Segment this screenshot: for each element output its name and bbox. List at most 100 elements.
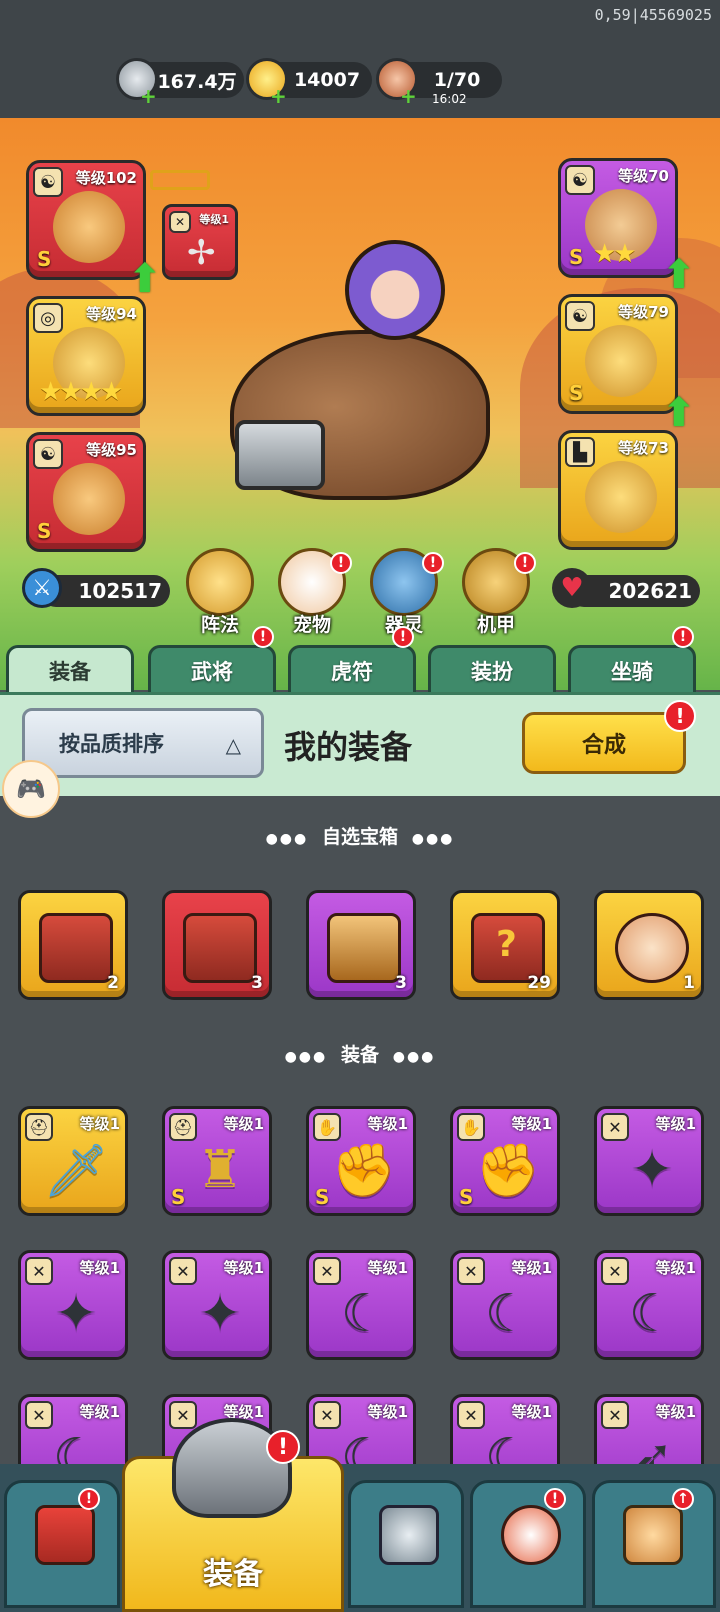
chest-item[interactable]: 2 bbox=[18, 890, 128, 1000]
equipment-item[interactable]: ✕等级1☾ bbox=[594, 1250, 704, 1360]
slot-armor[interactable]: ☯ 等级70 S ★★ bbox=[558, 158, 678, 278]
equipment-item[interactable]: ✋ 等级1 ✊ S bbox=[450, 1106, 560, 1216]
mount-alert-badge: ! bbox=[672, 626, 694, 648]
slot-quality: S bbox=[37, 247, 52, 271]
nav-pet[interactable] bbox=[470, 1480, 586, 1608]
slot-secondary-weapon[interactable]: ✕ 等级1 ✢ bbox=[162, 204, 238, 280]
item-level: 等级1 bbox=[79, 1115, 120, 1133]
item-level: 等级1 bbox=[367, 1115, 408, 1133]
shuriken-icon: ✦ bbox=[198, 1284, 242, 1344]
mecha-alert-badge: ! bbox=[514, 552, 536, 574]
tab-mount[interactable]: 坐骑 bbox=[568, 645, 696, 693]
add-gold-icon[interactable]: + bbox=[270, 86, 287, 106]
gold-value: 14007 bbox=[293, 69, 361, 91]
item-level: 等级1 bbox=[511, 1115, 552, 1133]
tab-label: 虎符 bbox=[331, 659, 373, 684]
chest-item[interactable]: 1 bbox=[594, 890, 704, 1000]
formation-button[interactable] bbox=[186, 548, 254, 616]
section-title: 装备 bbox=[340, 1044, 379, 1066]
nav-arena[interactable] bbox=[348, 1480, 464, 1608]
slot-necklace[interactable]: ◎ 等级94 ★★★★ bbox=[26, 296, 146, 416]
shuriken-icon: ✦ bbox=[630, 1140, 674, 1200]
shop-alert-badge: ! bbox=[78, 1488, 100, 1510]
equipment-item[interactable]: ✕等级1☾ bbox=[306, 1250, 416, 1360]
slot-helmet[interactable]: ☯ 等级95 S bbox=[26, 432, 146, 552]
section-title: 自选宝箱 bbox=[321, 826, 398, 848]
pet-nav-alert-badge: ! bbox=[544, 1488, 566, 1510]
sort-dropdown[interactable]: 按品质排序 △ bbox=[22, 708, 264, 778]
triangle-up-icon: △ bbox=[225, 733, 241, 757]
slot-boots[interactable]: ▙ 等级73 bbox=[558, 430, 678, 550]
chest-section-header: ●●● 自选宝箱 ●●● bbox=[265, 826, 455, 848]
yinyang-icon: ☯ bbox=[565, 301, 595, 331]
item-level: 等级1 bbox=[223, 1259, 264, 1277]
equipment-item[interactable]: ✕ 等级1 ✦ bbox=[162, 1250, 272, 1360]
gamepad-icon[interactable]: 🎮 bbox=[2, 760, 60, 818]
equipment-alert-badge: ! bbox=[266, 1430, 300, 1464]
item-level: 等级1 bbox=[367, 1259, 408, 1277]
treasure-chest-icon bbox=[183, 913, 257, 983]
slot-stars: ★★ bbox=[593, 239, 637, 269]
gold-resource[interactable]: 14007 + bbox=[246, 58, 372, 106]
pet-bird-icon bbox=[501, 1505, 561, 1565]
gauntlet-icon: ✊ bbox=[331, 1140, 397, 1201]
item-level: 等级1 bbox=[79, 1403, 120, 1421]
item-quality: S bbox=[315, 1185, 330, 1209]
item-count: 2 bbox=[107, 973, 119, 993]
add-silver-icon[interactable]: + bbox=[140, 86, 157, 106]
chest-item[interactable]: 3 bbox=[306, 890, 416, 1000]
nav-upgrade[interactable] bbox=[592, 1480, 716, 1608]
mecha-label: 机甲 bbox=[476, 614, 515, 636]
equipment-item[interactable]: ✕等级1☾ bbox=[450, 1250, 560, 1360]
slot-level: 等级94 bbox=[86, 305, 137, 323]
boots-icon bbox=[585, 461, 657, 533]
slot-level: 等级102 bbox=[75, 169, 137, 187]
silver-resource[interactable]: 167.4万 + bbox=[116, 58, 244, 106]
tab-equipment[interactable]: 装备 bbox=[6, 645, 134, 693]
heart-icon: ♥ bbox=[552, 568, 592, 608]
item-level: 等级1 bbox=[511, 1259, 552, 1277]
slot-level: 等级95 bbox=[86, 441, 137, 459]
pet-egg-icon bbox=[615, 913, 689, 983]
mount-armor-plate bbox=[235, 420, 325, 490]
tab-generals[interactable]: 武将 bbox=[148, 645, 276, 693]
item-quality: S bbox=[171, 1185, 186, 1209]
stamina-timer: 16:02 bbox=[432, 92, 467, 106]
attack-value: 102517 bbox=[78, 579, 163, 603]
yinyang-icon: ☯ bbox=[565, 165, 595, 195]
sword-icon: ✕ bbox=[169, 211, 191, 233]
tab-tiger-tally[interactable]: 虎符 bbox=[288, 645, 416, 693]
treasure-chest-icon bbox=[39, 913, 113, 983]
gauntlet-icon: ✊ bbox=[475, 1140, 541, 1201]
fist-upgrade-icon bbox=[623, 1505, 683, 1565]
item-level: 等级1 bbox=[511, 1403, 552, 1421]
equipment-item[interactable]: ⛑ 等级1 🗡 bbox=[18, 1106, 128, 1216]
scimitar-icon: ☾ bbox=[628, 1284, 676, 1344]
hero-character[interactable] bbox=[345, 240, 445, 340]
medal-icon: ◎ bbox=[33, 303, 63, 333]
equipment-item[interactable]: ⛑ 等级1 ♜ S bbox=[162, 1106, 272, 1216]
equipment-item[interactable]: ✋ 等级1 ✊ S bbox=[306, 1106, 416, 1216]
equipment-item[interactable]: ✕ 等级1 ✦ bbox=[18, 1250, 128, 1360]
pet-label: 宠物 bbox=[292, 614, 331, 636]
synthesize-button[interactable]: 合成 bbox=[522, 712, 686, 774]
slot-quality: S bbox=[37, 519, 52, 543]
yinyang-icon: ☯ bbox=[33, 167, 63, 197]
gauntlet-icon bbox=[585, 325, 657, 397]
add-stamina-icon[interactable]: + bbox=[400, 86, 417, 106]
slot-connector bbox=[150, 170, 210, 190]
page-title: 我的装备 bbox=[284, 728, 413, 766]
shop-icon bbox=[35, 1505, 95, 1565]
slot-stars: ★★★★ bbox=[39, 377, 123, 407]
silver-value: 167.4万 bbox=[157, 70, 237, 93]
slot-gauntlet[interactable]: ☯ 等级79 S bbox=[558, 294, 678, 414]
slot-quality: S bbox=[569, 381, 584, 405]
nav-shop[interactable] bbox=[4, 1480, 120, 1608]
item-level: 等级1 bbox=[655, 1115, 696, 1133]
chest-item[interactable]: ? 29 bbox=[450, 890, 560, 1000]
generals-alert-badge: ! bbox=[252, 626, 274, 648]
tab-outfit[interactable]: 装扮 bbox=[428, 645, 556, 693]
item-level: 等级1 bbox=[655, 1403, 696, 1421]
equipment-item[interactable]: ✕ 等级1 ✦ bbox=[594, 1106, 704, 1216]
chest-item[interactable]: 3 bbox=[162, 890, 272, 1000]
